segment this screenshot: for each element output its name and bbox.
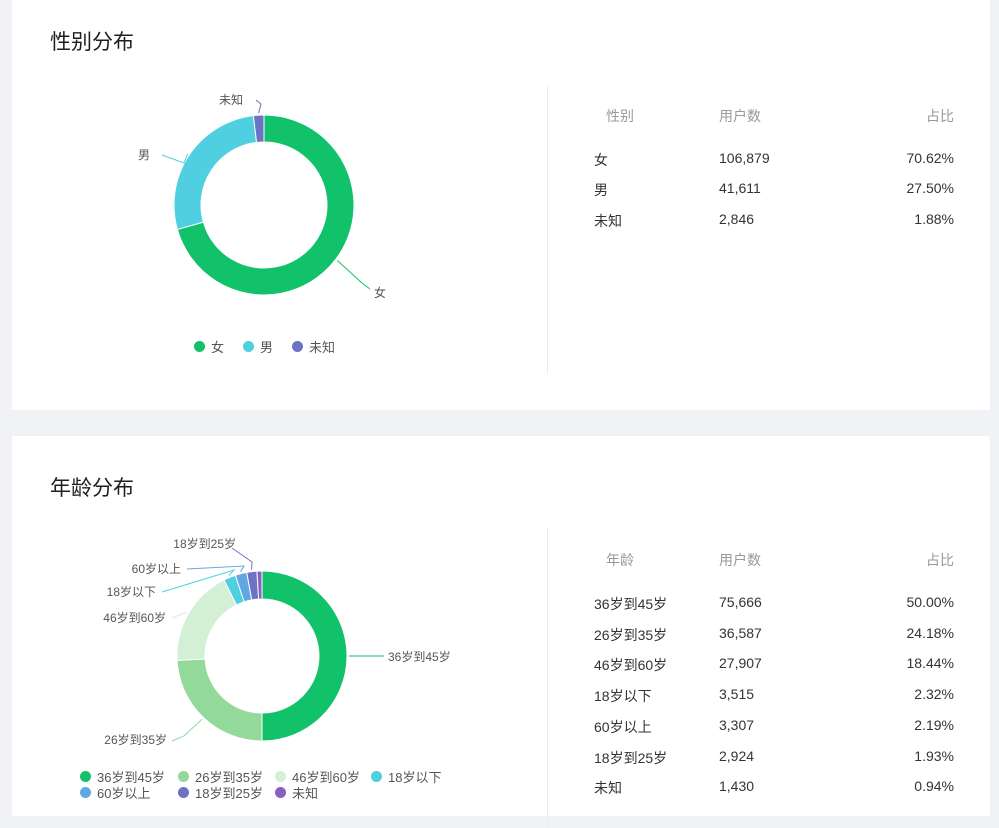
table-header-users: 用户数 [719,550,761,570]
slice-label: 60岁以上 [132,561,181,576]
legend-item-female[interactable]: 女 [194,337,224,356]
leader-line [172,719,202,741]
table-cell: 18岁以下 [594,686,652,706]
leader-line [187,566,244,572]
legend-label: 60岁以上 [97,783,150,802]
table-cell: 2.32% [914,686,954,702]
legend-item-unknown[interactable]: 未知 [292,337,335,356]
table-cell: 27,907 [719,655,762,671]
table-cell: 2,924 [719,748,754,764]
legend-marker [275,787,286,798]
slice-label: 36岁到45岁 [388,649,451,664]
table-cell: 36岁到45岁 [594,594,667,614]
legend-item-under-18[interactable]: 18岁以下 [371,767,441,786]
legend-label: 女 [211,337,224,356]
table-cell: 女 [594,150,608,170]
donut-slice[interactable] [177,580,236,660]
table-cell: 27.50% [907,180,954,196]
legend-label: 18岁到25岁 [195,783,263,802]
table-cell: 1,430 [719,778,754,794]
table-cell: 36,587 [719,625,762,641]
table-cell: 1.93% [914,748,954,764]
table-header-age: 年龄 [606,550,634,570]
table-cell: 75,666 [719,594,762,610]
leader-line [172,612,187,618]
table-cell: 0.94% [914,778,954,794]
legend-marker [178,771,189,782]
table-cell: 18岁到25岁 [594,748,667,768]
table-cell: 2.19% [914,717,954,733]
legend-marker [80,787,91,798]
legend-marker [243,341,254,352]
legend-label: 未知 [309,337,335,356]
donut-slice[interactable] [174,116,257,230]
donut-slice[interactable] [177,659,262,741]
legend-item-over-60[interactable]: 60岁以上 [80,783,150,802]
table-cell: 3,515 [719,686,754,702]
legend-item-male[interactable]: 男 [243,337,273,356]
table-cell: 26岁到35岁 [594,625,667,645]
table-header-ratio: 占比 [926,106,954,126]
table-cell: 70.62% [907,150,954,166]
legend-marker [178,787,189,798]
legend-item-unknown[interactable]: 未知 [275,783,318,802]
table-cell: 未知 [594,211,622,231]
legend-marker [80,771,91,782]
age-card: 年龄分布 36岁到45岁26岁到35岁46岁到60岁18岁以下60岁以上18岁到… [12,436,990,816]
legend-marker [275,771,286,782]
table-cell: 60岁以上 [594,717,652,737]
legend-marker [292,341,303,352]
leader-line [337,261,370,289]
legend-label: 男 [260,337,273,356]
table-cell: 2,846 [719,211,754,227]
legend-label: 18岁以下 [388,767,441,786]
table-cell: 男 [594,180,608,200]
donut-slice[interactable] [262,571,347,741]
table-cell: 50.00% [907,594,954,610]
table-cell: 106,879 [719,150,770,166]
slice-label: 26岁到35岁 [104,732,167,747]
legend-label: 未知 [292,783,318,802]
gender-card: 性别分布 女男未知 女 男 未知 性别 用户数 占比 女 106,879 70.… [12,0,990,410]
legend-marker [194,341,205,352]
table-cell: 41,611 [719,180,761,196]
divider [547,86,548,374]
leader-line [256,100,261,113]
slice-label: 46岁到60岁 [103,610,166,625]
slice-label: 男 [138,148,150,162]
table-cell: 46岁到60岁 [594,655,667,675]
gender-donut-chart: 女男未知 [12,0,552,410]
table-header-ratio: 占比 [926,550,954,570]
table-cell: 3,307 [719,717,754,733]
table-header-users: 用户数 [719,106,761,126]
table-cell: 未知 [594,778,622,798]
divider [547,528,548,828]
leader-line [162,154,187,163]
slice-label: 未知 [219,93,243,107]
table-header-gender: 性别 [606,106,634,126]
legend-marker [371,771,382,782]
legend-item-18-25[interactable]: 18岁到25岁 [178,783,263,802]
slice-label: 18岁到25岁 [173,536,236,551]
table-cell: 24.18% [907,625,954,641]
slice-label: 女 [374,285,386,300]
table-cell: 18.44% [907,655,954,671]
table-cell: 1.88% [914,211,954,227]
slice-label: 18岁以下 [107,584,156,599]
age-donut-chart: 36岁到45岁 26岁到35岁 46岁到60岁 18岁以下 60岁以上 18岁到25岁 [12,436,552,816]
